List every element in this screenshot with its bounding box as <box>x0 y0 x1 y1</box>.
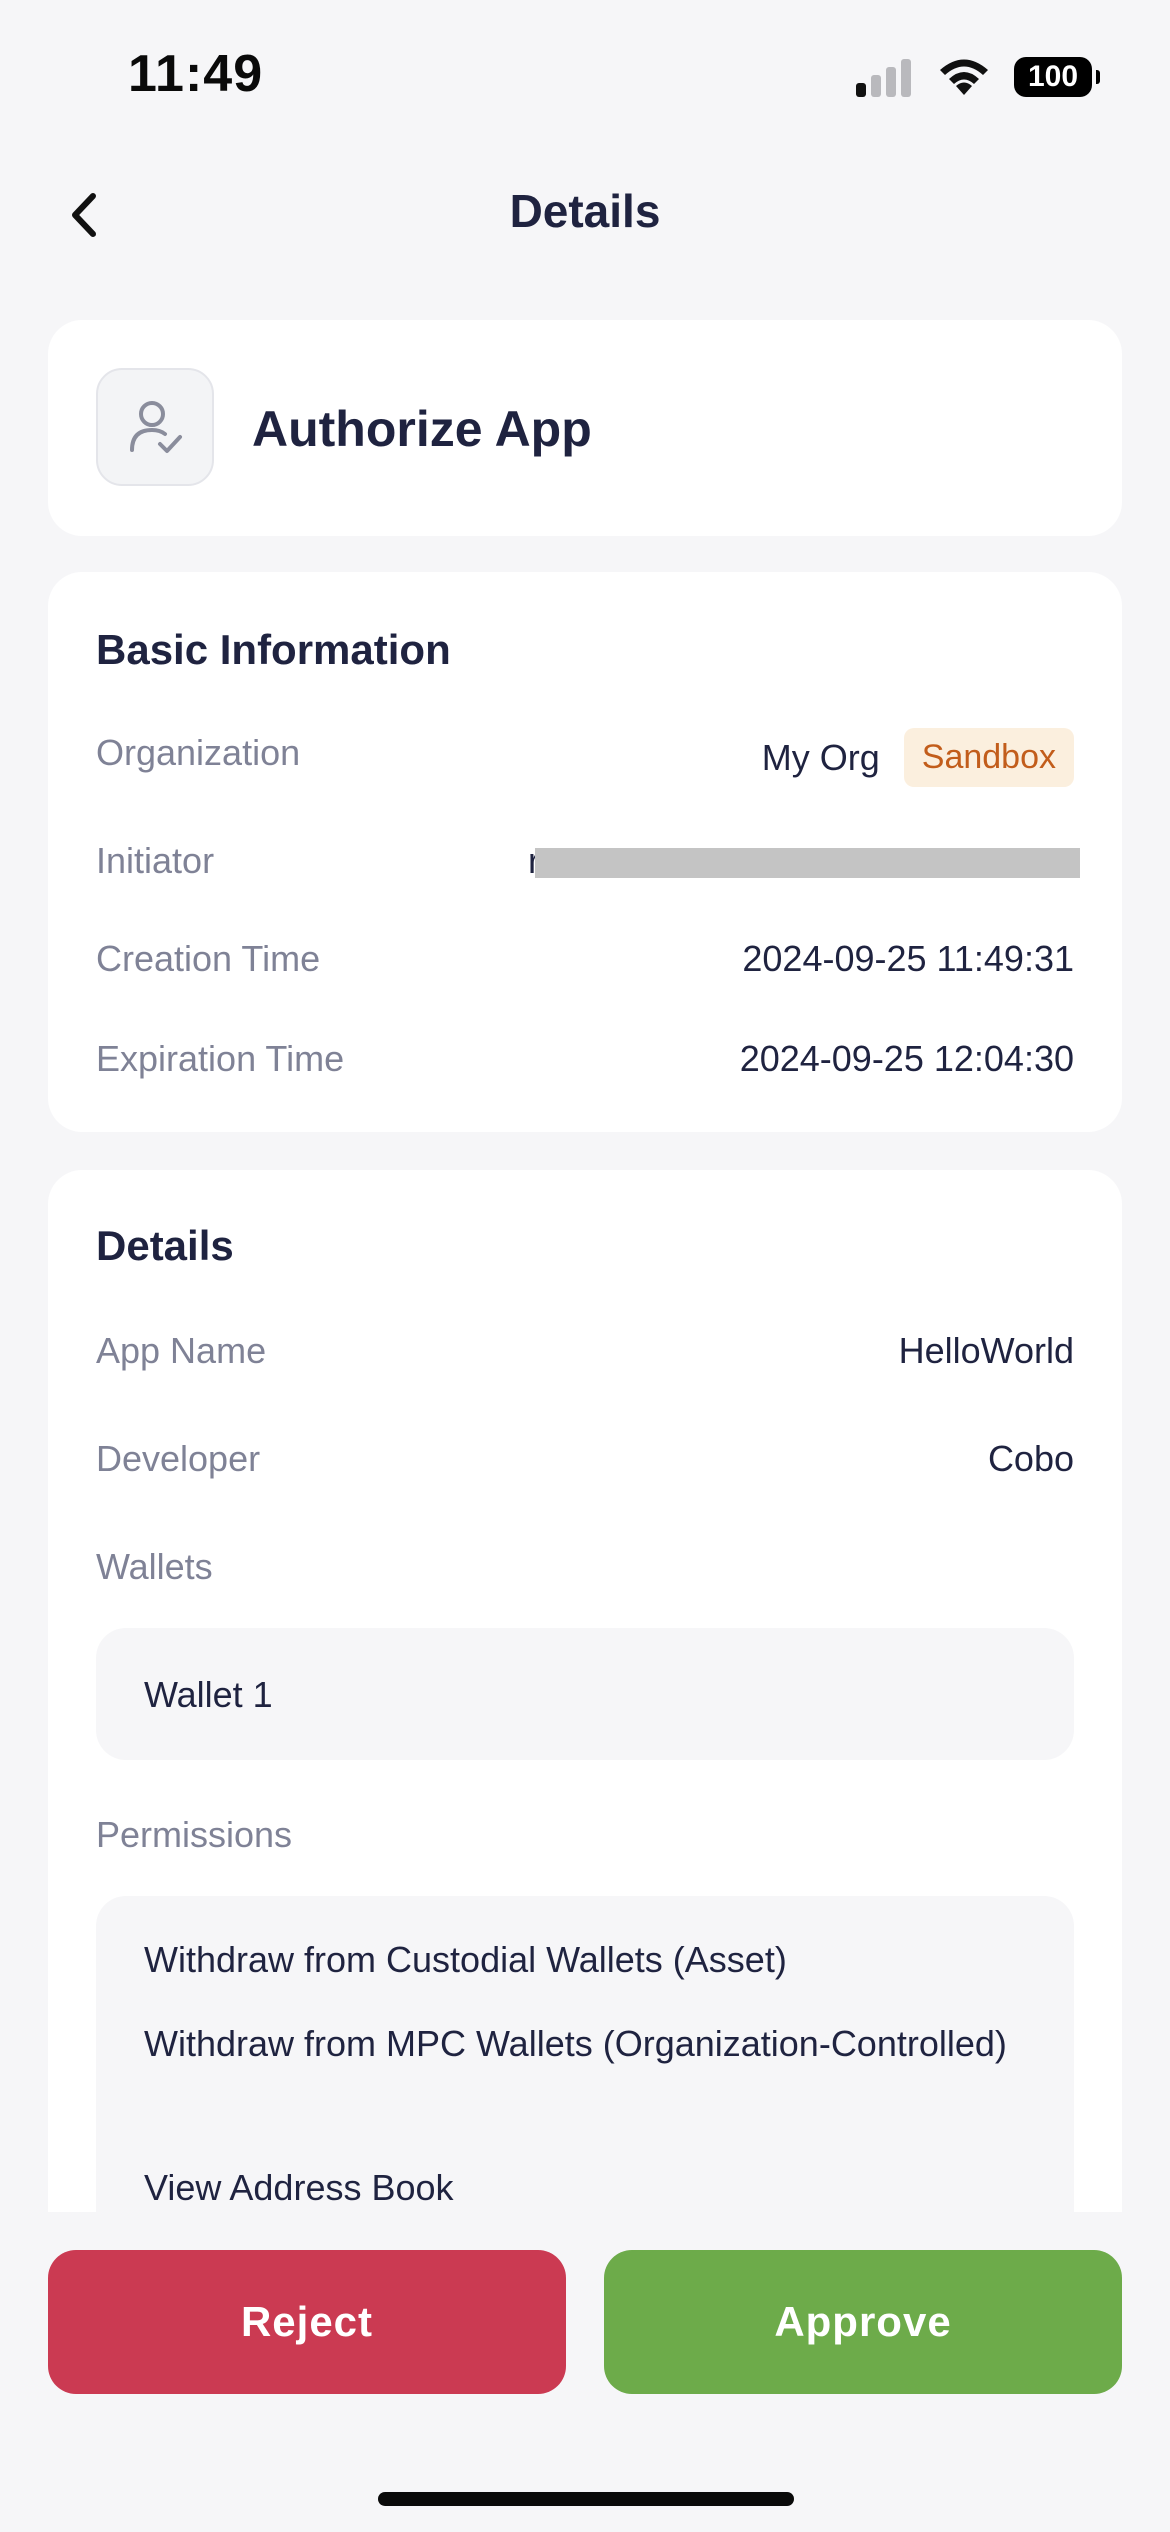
creation-time-value: 2024-09-25 11:49:31 <box>742 938 1074 979</box>
environment-badge: Sandbox <box>903 728 1074 787</box>
reject-button[interactable]: Reject <box>48 2250 566 2394</box>
request-header-card: Authorize App <box>48 320 1122 536</box>
action-bar: Reject Approve <box>0 2212 1170 2532</box>
status-bar: 11:49 100 <box>0 0 1170 150</box>
expiration-time-value: 2024-09-25 12:04:30 <box>739 1038 1074 1079</box>
cellular-signal-icon <box>856 59 911 97</box>
developer-label: Developer <box>96 1438 261 1479</box>
home-indicator[interactable] <box>378 2492 794 2506</box>
developer-value: Cobo <box>987 1438 1074 1479</box>
nav-bar: Details <box>0 160 1170 270</box>
wallets-list: Wallet 1 <box>96 1628 1074 1760</box>
details-card: Details App Name HelloWorld Developer Co… <box>48 1170 1122 2456</box>
list-item: Wallet 1 <box>144 1674 273 1715</box>
organization-name: My Org <box>761 736 880 778</box>
request-type-title: Authorize App <box>252 401 592 457</box>
wallets-label: Wallets <box>96 1546 213 1587</box>
redacted-initiator <box>535 848 1080 878</box>
organization-label: Organization <box>96 732 301 773</box>
status-icons: 100 <box>856 52 1100 102</box>
battery-level: 100 <box>1027 60 1079 93</box>
status-time: 11:49 <box>128 45 264 103</box>
battery-icon: 100 <box>1014 57 1100 97</box>
permissions-label: Permissions <box>96 1814 293 1855</box>
app-name-value: HelloWorld <box>898 1330 1074 1371</box>
app-name-label: App Name <box>96 1330 267 1371</box>
organization-value: My Org Sandbox <box>762 728 1074 787</box>
expiration-time-label: Expiration Time <box>96 1038 345 1079</box>
basic-information-title: Basic Information <box>96 626 451 673</box>
list-item: Withdraw from MPC Wallets (Organization-… <box>144 2023 1007 2064</box>
user-check-icon <box>96 368 214 486</box>
page-title: Details <box>509 185 661 237</box>
list-item: Withdraw from Custodial Wallets (Asset) <box>144 1939 787 1980</box>
basic-information-card: Basic Information Organization My Org Sa… <box>48 572 1122 1132</box>
approve-button[interactable]: Approve <box>604 2250 1122 2394</box>
initiator-label: Initiator <box>96 840 215 881</box>
creation-time-label: Creation Time <box>96 938 321 979</box>
details-title: Details <box>96 1222 234 1269</box>
wifi-icon <box>940 59 988 95</box>
list-item: View Address Book <box>144 2167 454 2208</box>
